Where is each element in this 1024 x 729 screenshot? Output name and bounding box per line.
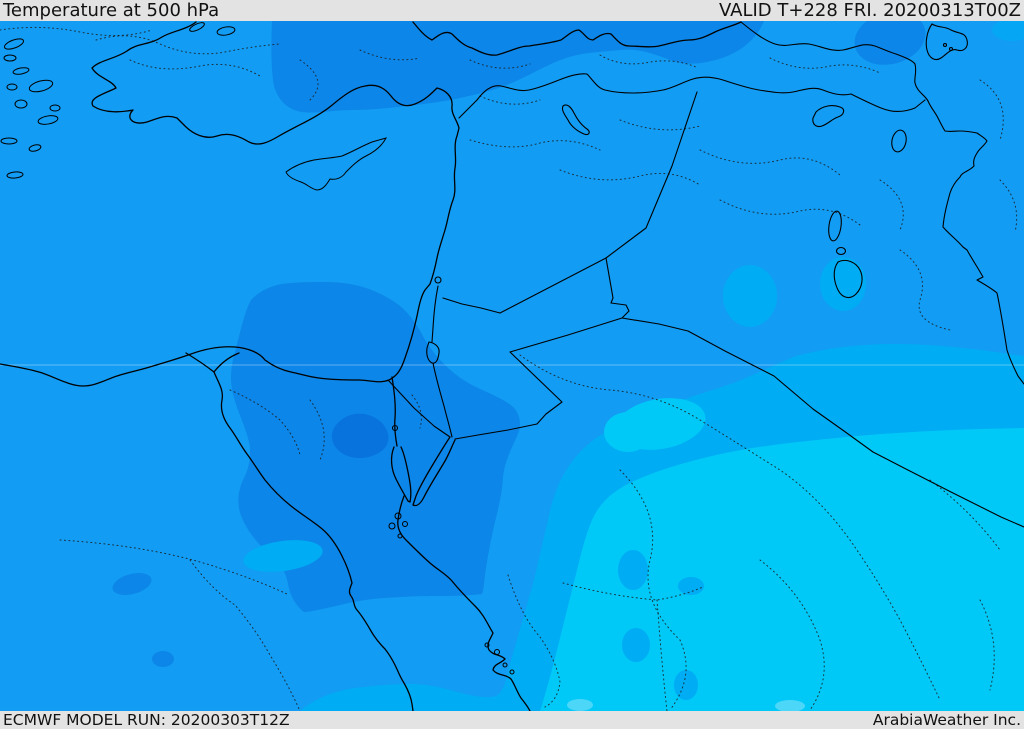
temp-band-warmest-spot-1 <box>567 699 593 711</box>
temp-band-mild-islet-iraq <box>820 257 866 311</box>
temp-band-milder-intrusion-2 <box>604 412 652 452</box>
valid-time-label: VALID T+228 FRI. 20200313T00Z <box>718 0 1021 21</box>
temp-band-mild-islet-saudi-1 <box>618 550 648 590</box>
map-title: Temperature at 500 hPa <box>3 0 220 21</box>
weather-map-canvas <box>0 21 1024 711</box>
attribution-label: ArabiaWeather Inc. <box>872 711 1021 729</box>
footer-bar: ECMWF MODEL RUN: 20200303T12Z ArabiaWeat… <box>0 711 1024 729</box>
temp-band-mild-islet-saudi-4 <box>678 577 704 595</box>
temp-band-mild-islet-saudi-2 <box>622 628 650 662</box>
temp-band-mild-islet-syria <box>723 265 777 327</box>
header-bar: Temperature at 500 hPa VALID T+228 FRI. … <box>0 0 1024 21</box>
model-run-label: ECMWF MODEL RUN: 20200303T12Z <box>3 711 290 729</box>
temp-band-colder-patch-west-nile-2 <box>152 651 174 667</box>
